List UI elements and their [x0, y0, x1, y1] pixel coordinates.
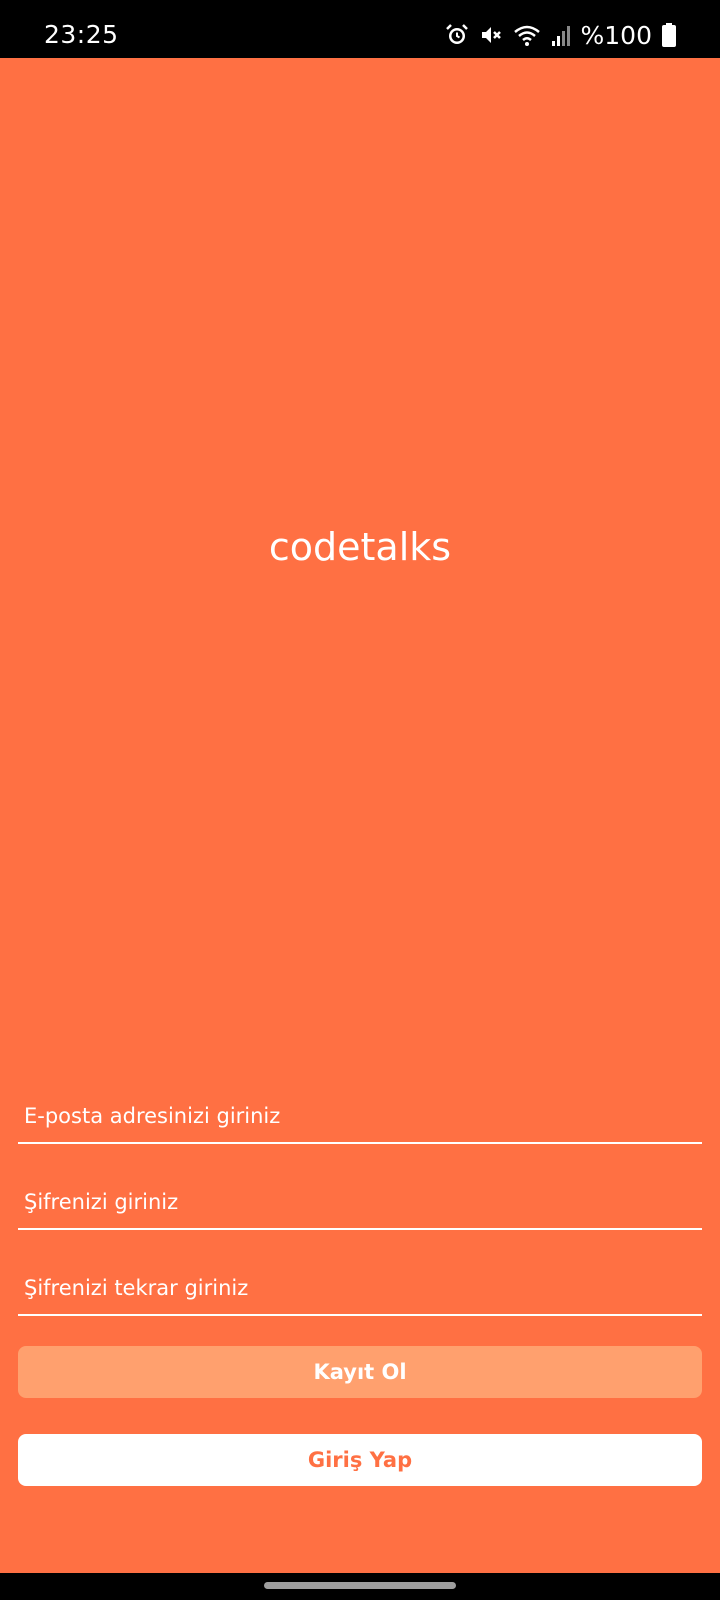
status-icons: %100 — [445, 22, 676, 48]
mute-icon — [479, 23, 503, 47]
battery-percent: %100 — [580, 20, 652, 50]
navigation-bar — [0, 1573, 720, 1600]
home-handle[interactable] — [264, 1582, 456, 1589]
app-title: codetalks — [268, 525, 452, 569]
password-confirm-field[interactable] — [24, 1276, 694, 1300]
email-field[interactable] — [24, 1104, 694, 1128]
battery-icon — [662, 23, 676, 47]
wifi-icon — [513, 23, 541, 47]
registration-screen: codetalks Kayıt Ol Giriş Yap — [0, 58, 720, 1573]
password-field[interactable] — [24, 1190, 694, 1214]
password-field-container — [18, 1144, 702, 1230]
status-bar: 23:25 %100 — [0, 0, 720, 58]
status-time: 23:25 — [44, 20, 119, 49]
signal-icon — [551, 23, 571, 47]
email-field-container — [18, 1058, 702, 1144]
password-confirm-field-container — [18, 1230, 702, 1316]
register-button[interactable]: Kayıt Ol — [18, 1346, 702, 1398]
login-button[interactable]: Giriş Yap — [18, 1434, 702, 1486]
alarm-icon — [445, 23, 469, 47]
